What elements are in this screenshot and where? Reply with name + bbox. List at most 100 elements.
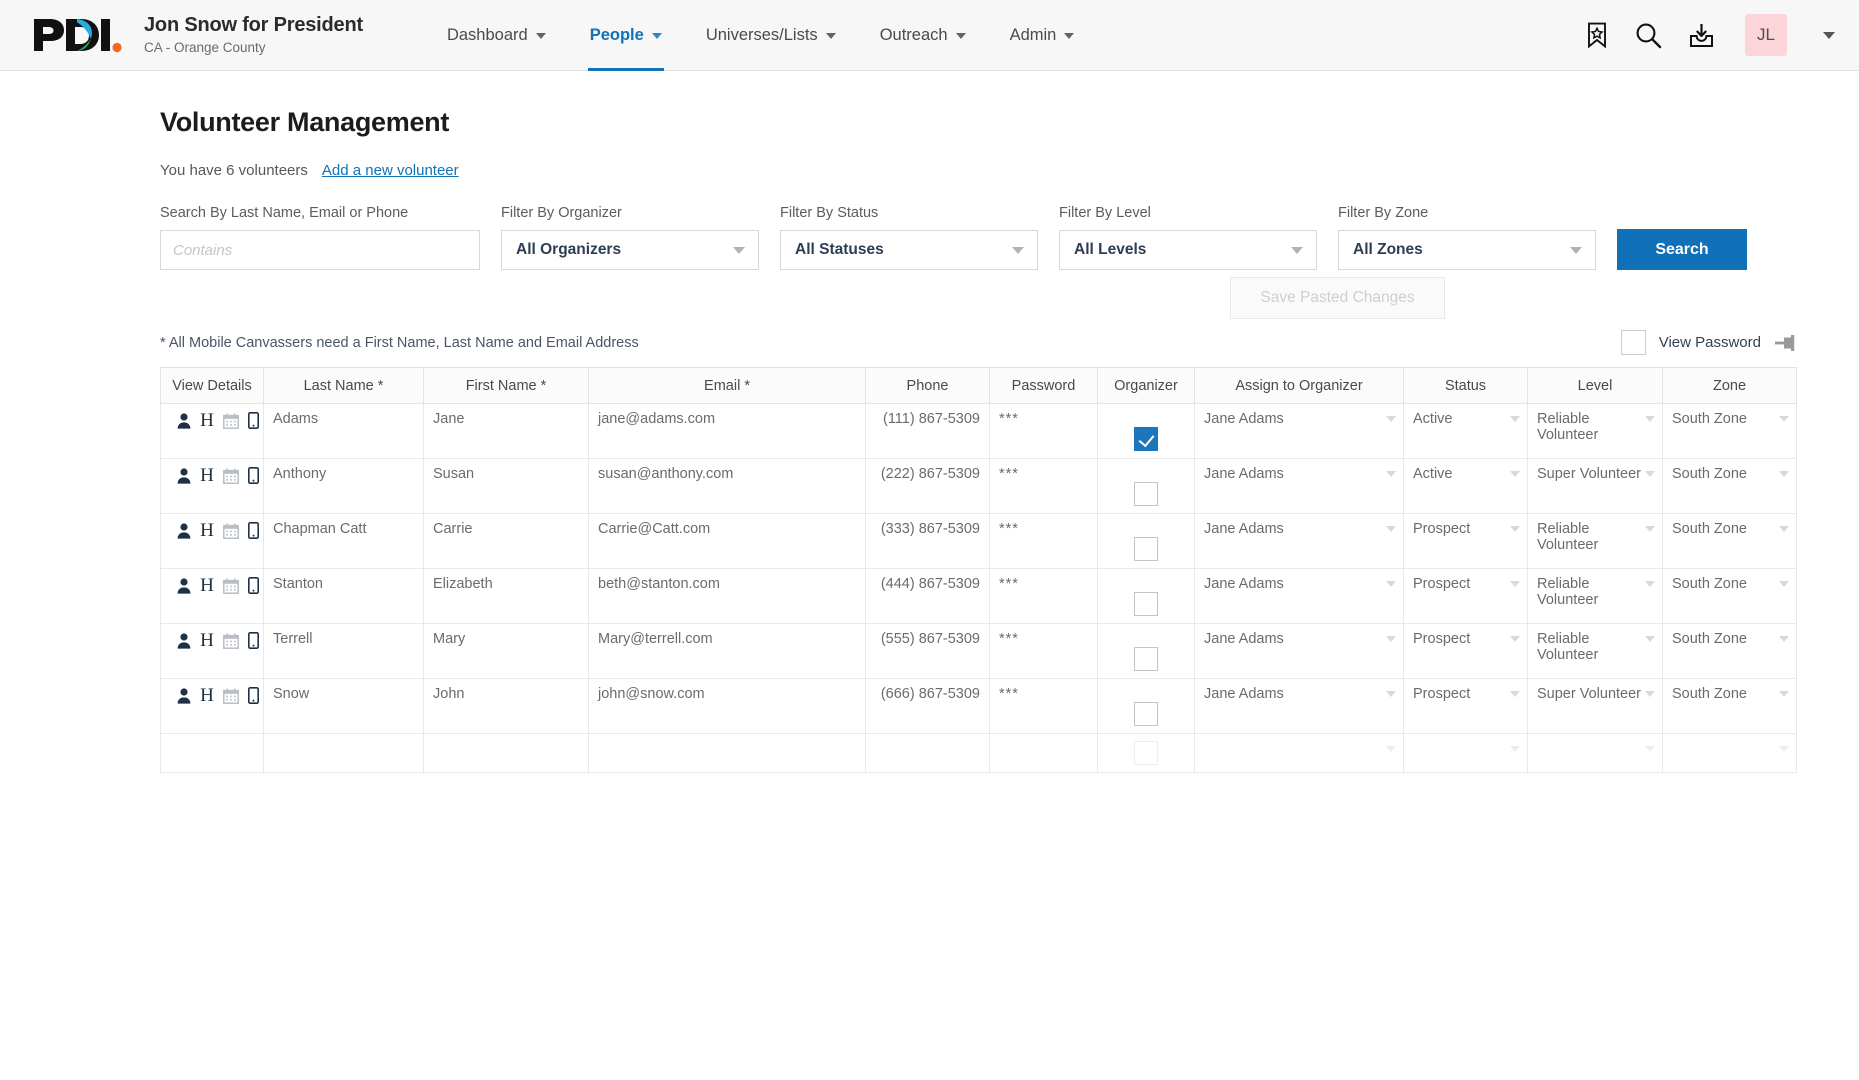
zone-filter-select[interactable]: All Zones (1338, 230, 1596, 270)
person-icon[interactable] (177, 577, 191, 594)
search-button[interactable]: Search (1617, 229, 1747, 270)
cell-level[interactable]: Reliable Volunteer (1527, 403, 1663, 459)
mobile-phone-icon[interactable] (247, 522, 259, 539)
calendar-icon[interactable] (222, 688, 239, 704)
cell-first-name[interactable]: Carrie (423, 513, 589, 569)
cell-phone[interactable]: (555) 867-5309 (865, 623, 990, 679)
organizer-checkbox[interactable] (1134, 537, 1158, 561)
letter-h-icon[interactable]: H (200, 521, 214, 540)
letter-h-icon[interactable]: H (200, 631, 214, 650)
person-icon[interactable] (177, 687, 191, 704)
cell-assign-to-organizer[interactable] (1194, 733, 1404, 773)
cell-email[interactable]: john@snow.com (588, 678, 866, 734)
cell-organizer-checkbox[interactable] (1097, 568, 1195, 624)
avatar-chevron-down-icon[interactable] (1823, 31, 1835, 39)
cell-phone[interactable]: (444) 867-5309 (865, 568, 990, 624)
organizer-checkbox[interactable] (1134, 592, 1158, 616)
cell-assign-to-organizer[interactable]: Jane Adams (1194, 623, 1404, 679)
person-icon[interactable] (177, 522, 191, 539)
cell-password[interactable]: *** (989, 403, 1098, 459)
organizer-checkbox[interactable] (1134, 427, 1158, 451)
cell-zone[interactable]: South Zone (1662, 623, 1797, 679)
mobile-phone-icon[interactable] (247, 632, 259, 649)
cell-last-name[interactable]: Anthony (263, 458, 424, 514)
search-icon[interactable] (1635, 22, 1662, 49)
cell-email[interactable]: Mary@terrell.com (588, 623, 866, 679)
calendar-icon[interactable] (222, 578, 239, 594)
cell-last-name[interactable]: Stanton (263, 568, 424, 624)
cell-assign-to-organizer[interactable]: Jane Adams (1194, 678, 1404, 734)
cell-status[interactable] (1403, 733, 1528, 773)
cell-level[interactable] (1527, 733, 1663, 773)
calendar-icon[interactable] (222, 468, 239, 484)
cell-password[interactable]: *** (989, 513, 1098, 569)
cell-phone[interactable]: (333) 867-5309 (865, 513, 990, 569)
bookmark-star-icon[interactable] (1585, 22, 1609, 48)
cell-email[interactable]: Carrie@Catt.com (588, 513, 866, 569)
mobile-phone-icon[interactable] (247, 412, 259, 429)
cell-email[interactable]: jane@adams.com (588, 403, 866, 459)
view-password-checkbox[interactable] (1620, 330, 1646, 355)
pdi-logo[interactable] (30, 15, 122, 55)
person-icon[interactable] (177, 467, 191, 484)
cell-status[interactable]: Prospect (1403, 568, 1528, 624)
cell-level[interactable]: Super Volunteer (1527, 678, 1663, 734)
cell-password[interactable]: *** (989, 568, 1098, 624)
nav-item-people[interactable]: People (568, 0, 684, 71)
cell-assign-to-organizer[interactable]: Jane Adams (1194, 403, 1404, 459)
cell-assign-to-organizer[interactable]: Jane Adams (1194, 513, 1404, 569)
calendar-icon[interactable] (222, 633, 239, 649)
cell-organizer-checkbox[interactable] (1097, 403, 1195, 459)
cell-organizer-checkbox[interactable] (1097, 513, 1195, 569)
cell-phone[interactable]: (666) 867-5309 (865, 678, 990, 734)
cell-last-name[interactable]: Snow (263, 678, 424, 734)
letter-h-icon[interactable]: H (200, 466, 214, 485)
cell-first-name[interactable]: Jane (423, 403, 589, 459)
search-input[interactable] (160, 230, 480, 270)
organizer-filter-select[interactable]: All Organizers (501, 230, 759, 270)
pushpin-icon[interactable] (1774, 334, 1796, 352)
cell-level[interactable]: Reliable Volunteer (1527, 623, 1663, 679)
letter-h-icon[interactable]: H (200, 686, 214, 705)
cell-first-name[interactable]: Mary (423, 623, 589, 679)
mobile-phone-icon[interactable] (247, 687, 259, 704)
cell-email[interactable]: susan@anthony.com (588, 458, 866, 514)
cell-last-name[interactable]: Adams (263, 403, 424, 459)
cell-zone[interactable]: South Zone (1662, 513, 1797, 569)
cell-first-name[interactable]: Susan (423, 458, 589, 514)
cell-organizer-checkbox[interactable] (1097, 623, 1195, 679)
cell-first-name[interactable]: Elizabeth (423, 568, 589, 624)
nav-item-universes-lists[interactable]: Universes/Lists (684, 0, 858, 71)
calendar-icon[interactable] (222, 523, 239, 539)
cell-organizer-checkbox[interactable] (1097, 678, 1195, 734)
organizer-checkbox[interactable] (1134, 741, 1158, 765)
cell-password[interactable] (989, 733, 1098, 773)
download-inbox-icon[interactable] (1688, 22, 1715, 49)
mobile-phone-icon[interactable] (247, 467, 259, 484)
cell-zone[interactable]: South Zone (1662, 568, 1797, 624)
mobile-phone-icon[interactable] (247, 577, 259, 594)
cell-assign-to-organizer[interactable]: Jane Adams (1194, 568, 1404, 624)
status-filter-select[interactable]: All Statuses (780, 230, 1038, 270)
organizer-checkbox[interactable] (1134, 482, 1158, 506)
person-icon[interactable] (177, 632, 191, 649)
level-filter-select[interactable]: All Levels (1059, 230, 1317, 270)
nav-item-outreach[interactable]: Outreach (858, 0, 988, 71)
cell-zone[interactable]: South Zone (1662, 458, 1797, 514)
cell-email[interactable]: beth@stanton.com (588, 568, 866, 624)
cell-assign-to-organizer[interactable]: Jane Adams (1194, 458, 1404, 514)
cell-status[interactable]: Active (1403, 403, 1528, 459)
cell-password[interactable]: *** (989, 623, 1098, 679)
cell-first-name[interactable]: John (423, 678, 589, 734)
cell-password[interactable]: *** (989, 678, 1098, 734)
cell-status[interactable]: Prospect (1403, 623, 1528, 679)
cell-phone[interactable] (865, 733, 990, 773)
cell-last-name[interactable] (263, 733, 424, 773)
cell-zone[interactable]: South Zone (1662, 678, 1797, 734)
organizer-checkbox[interactable] (1134, 647, 1158, 671)
cell-password[interactable]: *** (989, 458, 1098, 514)
nav-item-dashboard[interactable]: Dashboard (425, 0, 568, 71)
cell-level[interactable]: Reliable Volunteer (1527, 568, 1663, 624)
cell-status[interactable]: Prospect (1403, 678, 1528, 734)
cell-phone[interactable]: (222) 867-5309 (865, 458, 990, 514)
